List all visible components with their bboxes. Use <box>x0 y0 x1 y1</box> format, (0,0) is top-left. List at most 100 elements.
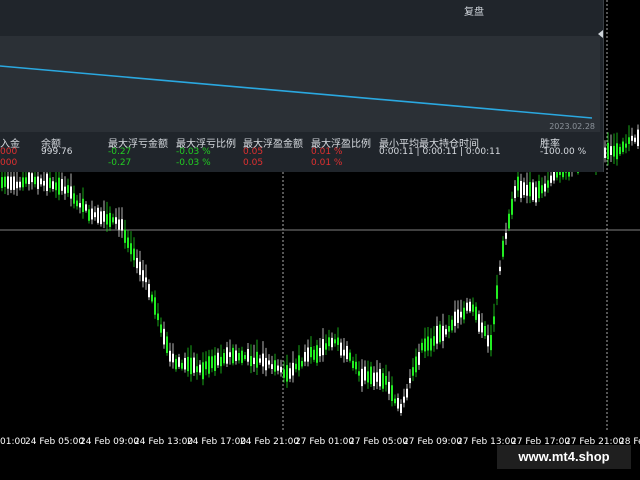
candle-body <box>523 182 525 196</box>
candle-body <box>1 177 3 188</box>
candle-body <box>511 198 513 215</box>
candle-body <box>16 181 18 189</box>
candle-body <box>505 232 507 239</box>
candle-body <box>13 176 15 190</box>
candle-body <box>340 342 342 356</box>
candle-body <box>223 352 225 364</box>
candle-body <box>463 307 465 320</box>
candle-body <box>349 352 351 361</box>
candle-body <box>427 336 429 351</box>
candle-body <box>274 360 276 372</box>
candle-body <box>151 294 153 302</box>
candle-body <box>166 336 168 353</box>
candle-body <box>328 337 330 347</box>
candle-body <box>502 240 504 257</box>
candle-body <box>397 397 399 409</box>
candle-body <box>85 204 87 211</box>
candle-body <box>286 365 288 382</box>
candle-body <box>385 375 387 385</box>
candle-body <box>46 173 48 191</box>
candle-body <box>163 328 165 345</box>
candle-body <box>403 396 405 403</box>
candle-body <box>19 181 21 188</box>
candle-body <box>283 369 285 378</box>
candle-body <box>43 180 45 186</box>
candle-body <box>268 360 270 365</box>
candle-body <box>610 146 612 155</box>
time-label: 24 Feb 09:00 <box>80 437 140 447</box>
candle-body <box>391 385 393 401</box>
candle-body <box>376 372 378 382</box>
candle-body <box>319 347 321 357</box>
candle-body <box>466 302 468 311</box>
candle-body <box>244 355 246 360</box>
candle-body <box>316 345 318 363</box>
candle-body <box>544 183 546 192</box>
candle-body <box>406 388 408 398</box>
candle-body <box>313 349 315 360</box>
candle-body <box>301 361 303 367</box>
candle-body <box>250 356 252 367</box>
candle-body <box>472 304 474 312</box>
candle-body <box>355 361 357 370</box>
candle-body <box>271 364 273 369</box>
candle-body <box>382 373 384 389</box>
candle-body <box>67 185 69 193</box>
candle-body <box>106 214 108 225</box>
candle-body <box>133 248 135 261</box>
candle-body <box>247 349 249 362</box>
backtest-replay-panel: 复盘 2023.02.28 入金 余额 最大浮亏金额 最大浮亏比例 最大浮盈金额… <box>0 0 604 172</box>
candle-body <box>175 358 177 370</box>
candle-body <box>160 324 162 333</box>
candle-body <box>178 357 180 367</box>
candle-body <box>331 337 333 348</box>
candle-body <box>142 270 144 282</box>
candle-body <box>25 177 27 184</box>
cell-max-float-loss-pct: -0.03 % <box>176 158 211 168</box>
time-label: 27 Feb 05:00 <box>349 437 409 447</box>
candle-body <box>526 184 528 196</box>
cell-hold-time: 0:00:11 | 0:00:11 | 0:00:11 <box>379 147 501 157</box>
candle-body <box>88 209 90 221</box>
candle-body <box>187 356 189 372</box>
candle-body <box>628 137 630 144</box>
candle-body <box>433 336 435 346</box>
candle-body <box>148 284 150 298</box>
candle-body <box>457 309 459 323</box>
candle-body <box>199 364 201 373</box>
candle-body <box>460 311 462 318</box>
candle-body <box>388 381 390 394</box>
cell-win-rate: -100.00 % <box>540 147 587 157</box>
candle-body <box>196 366 198 373</box>
candle-body <box>307 347 309 362</box>
candle-body <box>253 357 255 365</box>
candle-body <box>439 324 441 343</box>
candle-body <box>487 335 489 347</box>
candle-body <box>517 176 519 191</box>
candle-body <box>625 143 627 148</box>
candle-body <box>58 177 60 195</box>
candle-body <box>235 350 237 361</box>
candle-body <box>127 237 129 248</box>
candle-body <box>508 213 510 229</box>
candle-body <box>103 211 105 222</box>
candle-body <box>208 356 210 374</box>
candle-body <box>436 325 438 344</box>
candle-body <box>136 257 138 269</box>
candle-body <box>214 355 216 371</box>
watermark-logo: www.mt4.shop <box>497 445 631 469</box>
candle-body <box>475 306 477 320</box>
candle-body <box>280 366 282 373</box>
candle-body <box>400 403 402 413</box>
candle-body <box>79 203 81 208</box>
time-label: 24 Feb 21:00 <box>240 437 300 447</box>
candle-body <box>622 141 624 152</box>
candle-body <box>370 366 372 385</box>
cell-max-float-loss: -0.27 <box>108 147 132 157</box>
candle-body <box>94 212 96 218</box>
candle-body <box>412 367 414 376</box>
candle-body <box>445 329 447 335</box>
candle-body <box>373 372 375 387</box>
candle-body <box>190 357 192 375</box>
time-label: 01:00 <box>0 437 26 447</box>
